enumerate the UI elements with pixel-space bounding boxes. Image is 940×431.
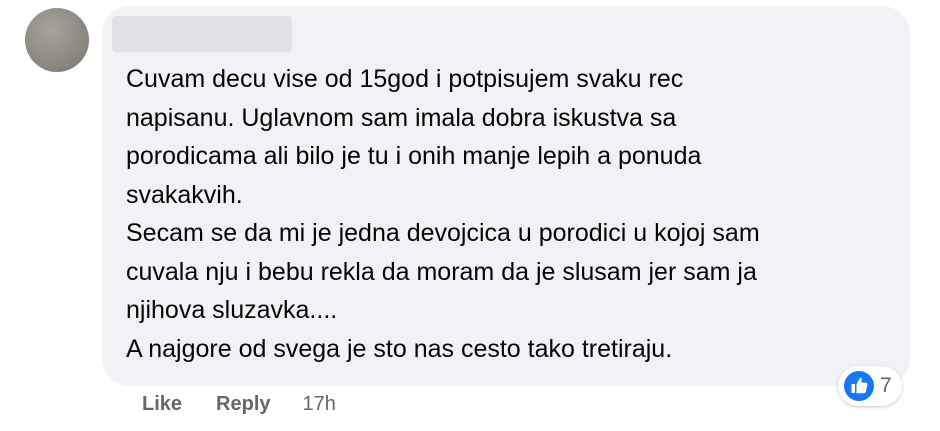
comment-text-line: Secam se da mi je jedna devojcica u poro…: [126, 219, 760, 247]
comment-text-line: cuvala nju i bebu rekla da moram da je s…: [126, 257, 757, 286]
comment: Cuvam decu vise od 15god i potpisujem sv…: [0, 0, 940, 431]
comment-text-line: njihova sluzavka....: [126, 296, 338, 324]
comment-text-line: A najgore od svega je sto nas cesto tako…: [126, 334, 673, 363]
comment-text-line: napisanu. Uglavnom sam imala dobra iskus…: [126, 103, 677, 132]
author-name-redacted[interactable]: [112, 16, 292, 52]
comment-text: Cuvam decu vise od 15god i potpisujem sv…: [126, 60, 896, 368]
timestamp[interactable]: 17h: [303, 393, 336, 416]
reactions-summary[interactable]: 7: [838, 366, 902, 406]
comment-actions: Like Reply 17h: [142, 393, 336, 416]
like-button[interactable]: Like: [142, 393, 182, 416]
comment-text-line: svakakvih.: [126, 180, 243, 209]
reply-button[interactable]: Reply: [216, 393, 270, 416]
reaction-count: 7: [880, 374, 892, 397]
comment-text-line: porodicama ali bilo je tu i onih manje l…: [126, 142, 702, 170]
comment-bubble: Cuvam decu vise od 15god i potpisujem sv…: [102, 6, 910, 386]
like-icon: [844, 371, 874, 401]
comment-text-line: Cuvam decu vise od 15god i potpisujem sv…: [126, 65, 684, 93]
avatar[interactable]: [25, 8, 89, 72]
